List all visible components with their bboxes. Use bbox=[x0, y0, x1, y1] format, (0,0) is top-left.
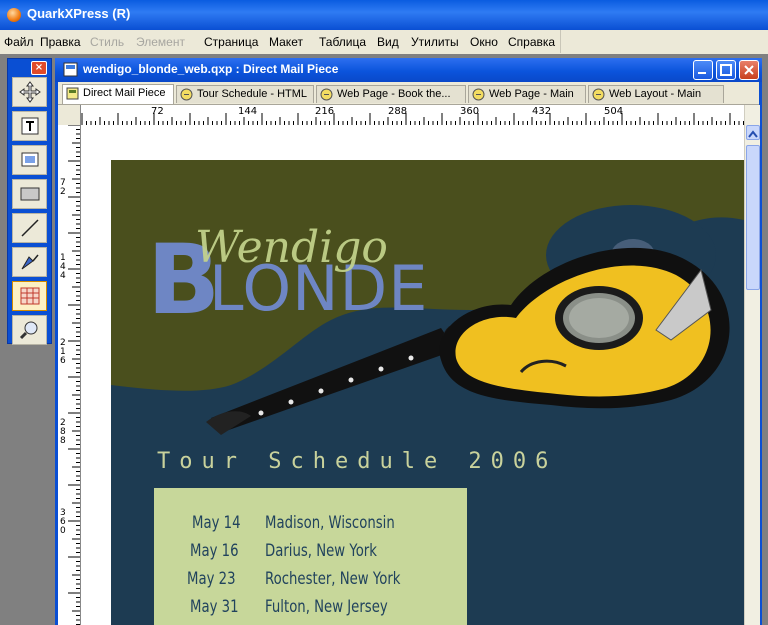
band-name-script: Wendigo bbox=[195, 222, 388, 273]
menu-window[interactable]: Окно bbox=[470, 35, 498, 49]
web-icon bbox=[472, 88, 485, 101]
schedule-city: Darius, New York bbox=[265, 541, 377, 561]
ruler-label: 72 bbox=[151, 106, 164, 117]
schedule-date: May 31 bbox=[190, 597, 239, 617]
rectangle-icon bbox=[20, 187, 39, 201]
ruler-label: 0 bbox=[60, 526, 66, 536]
horizontal-ruler[interactable]: 72 144 216 288 360 432 504 bbox=[58, 105, 744, 126]
web-icon bbox=[180, 88, 193, 101]
tool-text-content[interactable] bbox=[12, 111, 47, 141]
picture-icon bbox=[21, 152, 38, 167]
line-icon bbox=[20, 219, 39, 237]
pen-icon bbox=[21, 254, 39, 270]
ruler-label: 360 bbox=[460, 106, 479, 117]
menu-help[interactable]: Справка bbox=[508, 35, 555, 49]
schedule-city: Fulton, New Jersey bbox=[265, 597, 388, 617]
schedule-city: Rochester, New York bbox=[265, 569, 401, 589]
tool-item[interactable] bbox=[12, 77, 47, 107]
ruler-label: 432 bbox=[532, 106, 551, 117]
document-icon bbox=[63, 62, 78, 77]
table-icon bbox=[20, 287, 39, 305]
web-icon bbox=[320, 88, 333, 101]
tab-web-page-book[interactable]: Web Page - Book the... bbox=[316, 85, 466, 103]
schedule-table: May 14 Madison, Wisconsin May 16 Darius,… bbox=[154, 488, 467, 625]
minimize-button[interactable] bbox=[693, 60, 713, 80]
ruler-label: 6 bbox=[60, 356, 66, 366]
tool-rectangle-box[interactable] bbox=[12, 179, 47, 209]
schedule-date: May 23 bbox=[187, 569, 236, 589]
tab-web-page-main[interactable]: Web Page - Main bbox=[468, 85, 586, 103]
menu-page[interactable]: Страница bbox=[204, 35, 258, 49]
move-arrows-icon bbox=[18, 81, 41, 103]
layout-tab-bar: Direct Mail Piece Tour Schedule - HTML W… bbox=[58, 82, 759, 105]
schedule-city: Madison, Wisconsin bbox=[265, 513, 395, 533]
menu-edit[interactable]: Правка bbox=[40, 35, 81, 49]
menu-view[interactable]: Вид bbox=[377, 35, 399, 49]
menu-file[interactable]: Файл bbox=[4, 35, 34, 49]
tools-palette: × bbox=[7, 58, 52, 345]
tools-close-icon[interactable]: × bbox=[31, 61, 47, 75]
tool-line[interactable] bbox=[12, 213, 47, 243]
web-icon bbox=[592, 88, 605, 101]
ruler-label: 8 bbox=[60, 436, 66, 446]
ruler-label: 216 bbox=[315, 106, 334, 117]
schedule-date: May 16 bbox=[190, 541, 239, 561]
tool-table[interactable] bbox=[12, 281, 47, 311]
quarkxpress-logo-icon bbox=[7, 8, 21, 22]
menu-style: Стиль bbox=[90, 35, 125, 49]
document-title: wendigo_blonde_web.qxp : Direct Mail Pie… bbox=[83, 62, 339, 76]
vertical-ruler[interactable]: 72144216288360 bbox=[58, 125, 81, 625]
close-button[interactable] bbox=[739, 60, 759, 80]
schedule-heading: Tour Schedule 2006 bbox=[157, 449, 558, 474]
tool-bezier-pen[interactable] bbox=[12, 247, 47, 277]
tab-tour-schedule-html[interactable]: Tour Schedule - HTML bbox=[176, 85, 314, 103]
layout-canvas[interactable]: B LONDE Wendigo Tour Schedule 2006 May 1… bbox=[81, 125, 744, 625]
text-icon bbox=[21, 117, 38, 135]
scroll-thumb[interactable] bbox=[746, 145, 760, 290]
poster-artwork[interactable]: B LONDE Wendigo Tour Schedule 2006 May 1… bbox=[111, 160, 744, 625]
vertical-scrollbar[interactable] bbox=[744, 105, 760, 625]
schedule-date: May 14 bbox=[192, 513, 241, 533]
ruler-label: 504 bbox=[604, 106, 623, 117]
minimize-icon bbox=[698, 72, 706, 74]
scroll-up-button[interactable] bbox=[746, 125, 760, 140]
menu-item: Элемент bbox=[136, 35, 185, 49]
magnifier-icon bbox=[19, 321, 37, 340]
document-page: B LONDE Wendigo Tour Schedule 2006 May 1… bbox=[81, 125, 744, 625]
menu-layout[interactable]: Макет bbox=[269, 35, 303, 49]
app-title: QuarkXPress (R) bbox=[27, 6, 131, 21]
document-window: wendigo_blonde_web.qxp : Direct Mail Pie… bbox=[55, 58, 762, 625]
ruler-label: 2 bbox=[60, 187, 66, 197]
menu-bar: Файл Правка Стиль Элемент Страница Макет… bbox=[0, 30, 768, 54]
close-icon bbox=[744, 65, 754, 75]
maximize-button[interactable] bbox=[716, 60, 736, 80]
document-titlebar: wendigo_blonde_web.qxp : Direct Mail Pie… bbox=[55, 58, 762, 82]
tab-web-layout-main[interactable]: Web Layout - Main bbox=[588, 85, 724, 103]
tool-zoom[interactable] bbox=[12, 315, 47, 345]
menu-utilities[interactable]: Утилиты bbox=[411, 35, 459, 49]
ruler-label: 144 bbox=[238, 106, 257, 117]
tab-direct-mail-piece[interactable]: Direct Mail Piece bbox=[62, 84, 174, 104]
page-icon bbox=[66, 87, 79, 100]
ruler-label: 4 bbox=[60, 271, 66, 281]
menu-table[interactable]: Таблица bbox=[319, 35, 366, 49]
chevron-up-icon bbox=[748, 130, 758, 138]
tool-picture-content[interactable] bbox=[12, 145, 47, 175]
ruler-label: 288 bbox=[388, 106, 407, 117]
app-titlebar: QuarkXPress (R) bbox=[0, 0, 768, 30]
maximize-icon bbox=[720, 64, 732, 76]
